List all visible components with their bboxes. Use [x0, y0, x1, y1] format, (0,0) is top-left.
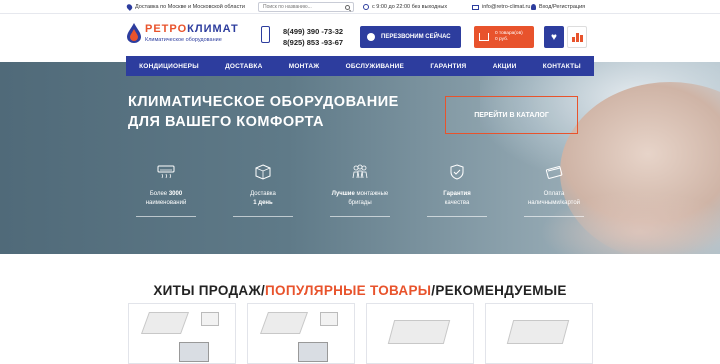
- feature-divider: [330, 216, 390, 217]
- hours-text: с 9:00 до 22:00 без выходных: [372, 4, 448, 10]
- feature-installers: Лучшие монтажные бригады: [320, 164, 400, 217]
- feature-guarantee: Гарантия качества: [417, 164, 497, 217]
- cart-button[interactable]: 0 товара(ов) 0 руб.: [474, 26, 534, 48]
- compare-button[interactable]: [567, 26, 587, 48]
- login-link[interactable]: Вход/Регистрация: [531, 4, 585, 10]
- envelope-icon: [472, 4, 479, 10]
- callback-label: ПЕРЕЗВОНИМ СЕЙЧАС: [381, 34, 451, 40]
- search-icon[interactable]: [345, 4, 350, 10]
- location-pin-icon: [125, 3, 134, 11]
- outdoor-unit-image: [298, 342, 328, 362]
- logo-brand: РЕТРОКЛИМАТ: [145, 22, 239, 35]
- remote-image: [201, 312, 219, 326]
- feature-text-line1: Лучшие монтажные: [331, 191, 389, 197]
- logo-tagline: Климатическое оборудование: [145, 36, 222, 43]
- outdoor-unit-image: [179, 342, 209, 362]
- product-cards: [128, 303, 598, 364]
- site-header: РЕТРОКЛИМАТ Климатическое оборудование 8…: [0, 14, 720, 56]
- delivery-info: Доставка по Москве и Московской области: [125, 3, 245, 11]
- air-conditioner-icon: [157, 165, 175, 179]
- feature-text-line2: наличными/картой: [527, 200, 581, 206]
- nav-item-installation[interactable]: МОНТАЖ: [289, 63, 320, 70]
- products-section-title: ХИТЫ ПРОДАЖ/ПОПУЛЯРНЫЕ ТОВАРЫ/РЕКОМЕНДУЕ…: [0, 283, 720, 298]
- cassette-unit-image: [387, 320, 451, 344]
- top-utility-bar: Доставка по Москве и Московской области …: [0, 0, 720, 14]
- nav-item-guarantee[interactable]: ГАРАНТИЯ: [430, 63, 466, 70]
- payment-card-icon: [545, 166, 563, 179]
- favorites-button[interactable]: ♥: [544, 26, 564, 48]
- mobile-phone-icon: [261, 26, 270, 43]
- product-card[interactable]: [485, 303, 593, 364]
- compare-bar-icon: [571, 37, 575, 42]
- nav-item-delivery[interactable]: ДОСТАВКА: [225, 63, 262, 70]
- working-hours: с 9:00 до 22:00 без выходных: [363, 4, 447, 10]
- logo-brand-part2: КЛИМАТ: [187, 22, 239, 35]
- logo[interactable]: РЕТРОКЛИМАТ Климатическое оборудование: [127, 23, 239, 43]
- cassette-unit-image: [506, 320, 570, 344]
- product-card[interactable]: [128, 303, 236, 364]
- remote-image: [320, 312, 338, 326]
- heart-icon: ♥: [551, 31, 557, 43]
- feature-divider: [136, 216, 196, 217]
- callback-button[interactable]: ПЕРЕЗВОНИМ СЕЙЧАС: [360, 26, 461, 48]
- go-to-catalog-button[interactable]: ПЕРЕЙТИ В КАТАЛОГ: [445, 96, 578, 134]
- nav-item-service[interactable]: ОБСЛУЖИВАНИЕ: [346, 63, 405, 70]
- main-navigation: КОНДИЦИОНЕРЫ ДОСТАВКА МОНТАЖ ОБСЛУЖИВАНИ…: [126, 56, 594, 76]
- search-input[interactable]: [259, 3, 339, 11]
- guarantee-shield-icon: [450, 164, 464, 180]
- product-card[interactable]: [247, 303, 355, 364]
- feature-text-line1: Оплата: [543, 191, 565, 197]
- delivery-box-icon: [255, 164, 271, 180]
- cassette-unit-image: [259, 312, 309, 334]
- delivery-text: Доставка по Москве и Московской области: [135, 4, 245, 10]
- feature-delivery: Доставка 1 день: [223, 164, 303, 217]
- feature-text-line1: Гарантия: [443, 191, 471, 197]
- installers-icon: [352, 164, 368, 179]
- email-link[interactable]: info@retro-climat.ru: [472, 4, 530, 10]
- tab-recommended[interactable]: /РЕКОМЕНДУЕМЫЕ: [431, 283, 566, 298]
- feature-text-line2: 1 день: [253, 200, 273, 206]
- cart-summary: 0 товара(ов) 0 руб.: [495, 31, 523, 43]
- hero-title: КЛИМАТИЧЕСКОЕ ОБОРУДОВАНИЕ ДЛЯ ВАШЕГО КО…: [128, 92, 399, 132]
- phone-numbers: 8(499) 390 -73-32 8(925) 853 -93-67: [283, 26, 343, 48]
- email-text[interactable]: info@retro-climat.ru: [482, 4, 530, 10]
- feature-text-line2: качества: [444, 200, 470, 206]
- compare-bar-icon: [579, 35, 583, 42]
- hero-banner: КЛИМАТИЧЕСКОЕ ОБОРУДОВАНИЕ ДЛЯ ВАШЕГО КО…: [0, 62, 720, 254]
- cart-total: 0 руб.: [495, 37, 509, 42]
- tab-bestsellers[interactable]: ХИТЫ ПРОДАЖ/: [153, 283, 265, 298]
- login-text[interactable]: Вход/Регистрация: [539, 4, 585, 10]
- phone-2[interactable]: 8(925) 853 -93-67: [283, 37, 343, 48]
- product-card[interactable]: [366, 303, 474, 364]
- features-list: Более 3000 наименований Доставка 1 день …: [126, 164, 596, 234]
- feature-divider: [233, 216, 293, 217]
- logo-brand-part1: РЕТРО: [145, 22, 188, 35]
- cassette-unit-image: [140, 312, 190, 334]
- tab-popular[interactable]: ПОПУЛЯРНЫЕ ТОВАРЫ: [265, 283, 431, 298]
- feature-text-line1: Доставка: [250, 191, 276, 197]
- nav-item-promotions[interactable]: АКЦИИ: [493, 63, 517, 70]
- user-icon: [531, 4, 536, 10]
- phone-1[interactable]: 8(499) 390 -73-32: [283, 26, 343, 37]
- feature-divider: [524, 216, 584, 217]
- cart-icon: [479, 33, 489, 41]
- feature-assortment: Более 3000 наименований: [126, 164, 206, 217]
- hero-title-line1: КЛИМАТИЧЕСКОЕ ОБОРУДОВАНИЕ: [128, 94, 399, 110]
- handset-icon: [367, 33, 375, 41]
- logo-drop-icon: [127, 23, 141, 43]
- feature-divider: [427, 216, 487, 217]
- nav-item-contacts[interactable]: КОНТАКТЫ: [543, 63, 581, 70]
- feature-text-line2: бригады: [348, 200, 372, 206]
- feature-text-line2: наименований: [145, 200, 187, 206]
- hero-title-line2: ДЛЯ ВАШЕГО КОМФОРТА: [128, 114, 325, 130]
- feature-text-line1: Более 3000: [149, 191, 183, 197]
- compare-bar-icon: [575, 33, 579, 42]
- feature-payment: Оплата наличными/картой: [514, 164, 594, 217]
- clock-icon: [363, 4, 369, 10]
- nav-item-conditioners[interactable]: КОНДИЦИОНЕРЫ: [139, 63, 199, 70]
- search-box[interactable]: [258, 2, 354, 12]
